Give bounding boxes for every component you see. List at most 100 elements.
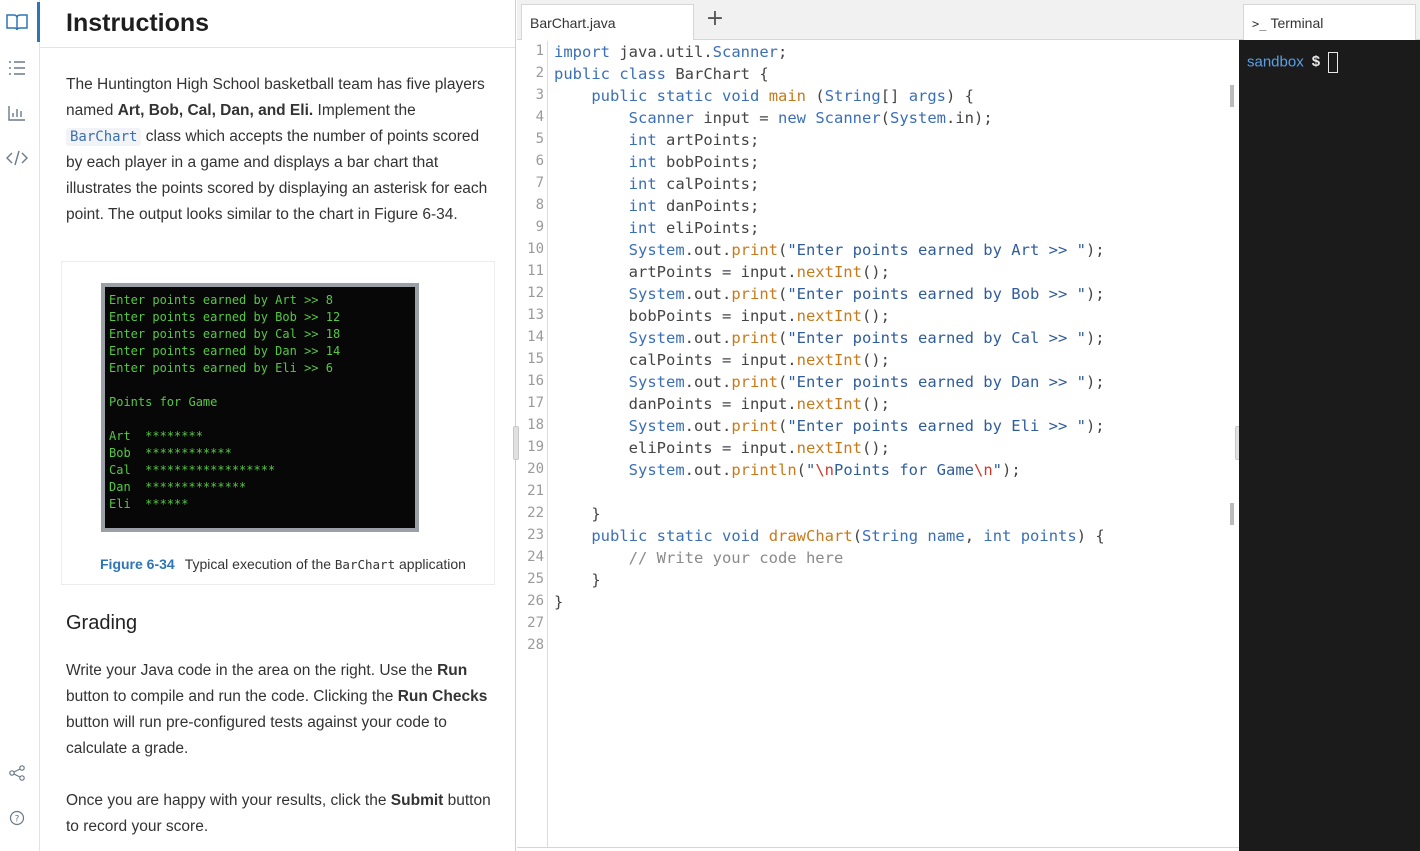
player-names: Art, Bob, Cal, Dan, and Eli.: [117, 102, 314, 119]
line-number: 25: [527, 571, 544, 587]
code-line[interactable]: calPoints = input.nextInt();: [554, 349, 890, 371]
tab-terminal[interactable]: >_ Terminal: [1243, 4, 1416, 40]
line-number: 10: [527, 241, 544, 257]
code-line[interactable]: System.out.print("Enter points earned by…: [554, 371, 1105, 393]
code-line[interactable]: int eliPoints;: [554, 217, 760, 239]
share-icon[interactable]: [5, 761, 29, 785]
code-line[interactable]: danPoints = input.nextInt();: [554, 393, 890, 415]
code-line[interactable]: artPoints = input.nextInt();: [554, 261, 890, 283]
code-line[interactable]: public class BarChart {: [554, 63, 769, 85]
figure-caption-text-b: application: [395, 556, 466, 572]
line-number: 23: [527, 527, 544, 543]
book-icon[interactable]: [5, 10, 29, 34]
code-line[interactable]: System.out.println("\nPoints for Game\n"…: [554, 459, 1021, 481]
line-number: 13: [527, 307, 544, 323]
icon-rail: ?: [0, 0, 40, 851]
instructions-title: Instructions: [66, 9, 210, 37]
instructions-header: Instructions: [40, 0, 515, 48]
code-line[interactable]: // Write your code here: [554, 547, 844, 569]
figure-6-34: Enter points earned by Art >> 8 Enter po…: [61, 261, 495, 585]
tab-barchart-java[interactable]: BarChart.java: [521, 4, 694, 40]
code-line[interactable]: }: [554, 503, 600, 525]
code-icon[interactable]: [5, 146, 29, 170]
code-line[interactable]: System.out.print("Enter points earned by…: [554, 283, 1105, 305]
terminal-tab-label: Terminal: [1270, 15, 1324, 31]
code-line[interactable]: bobPoints = input.nextInt();: [554, 305, 890, 327]
submit-label: Submit: [390, 792, 444, 809]
line-number: 17: [527, 395, 544, 411]
code-line[interactable]: eliPoints = input.nextInt();: [554, 437, 890, 459]
code-line[interactable]: int artPoints;: [554, 129, 760, 151]
grading-paragraph: Write your Java code in the area on the …: [66, 658, 495, 762]
line-number: 24: [527, 549, 544, 565]
line-number: 27: [527, 615, 544, 631]
figure-caption-code: BarChart: [334, 557, 396, 572]
line-number: 5: [535, 131, 544, 147]
line-number: 21: [527, 483, 544, 499]
scrollbar-marker-top[interactable]: [1230, 85, 1234, 107]
code-line[interactable]: public static void main (String[] args) …: [554, 85, 974, 107]
editor-bottom-border: [517, 847, 1239, 851]
line-number: 18: [527, 417, 544, 433]
figure-caption: Figure 6-34 Typical execution of the BarC…: [100, 551, 466, 578]
code-line[interactable]: int danPoints;: [554, 195, 760, 217]
code-line[interactable]: System.out.print("Enter points earned by…: [554, 239, 1105, 261]
terminal-prompt[interactable]: sandbox $: [1247, 52, 1339, 73]
grading-text-a: Write your Java code in the area on the …: [66, 662, 438, 679]
line-number: 16: [527, 373, 544, 389]
grading-text-b: button to compile and run the code. Clic…: [66, 688, 398, 705]
line-number: 7: [535, 175, 544, 191]
left-splitter-handle[interactable]: [513, 426, 519, 460]
list-icon[interactable]: [5, 56, 29, 80]
code-line[interactable]: System.out.print("Enter points earned by…: [554, 327, 1105, 349]
line-number: 2: [535, 65, 544, 81]
intro-text-b: Implement the: [313, 102, 416, 119]
code-line[interactable]: int calPoints;: [554, 173, 760, 195]
submit-text-a: Once you are happy with your results, cl…: [66, 792, 391, 809]
line-number: 14: [527, 329, 544, 345]
line-number: 8: [535, 197, 544, 213]
editor-tabbar: BarChart.java +: [517, 0, 1239, 40]
line-number: 4: [535, 109, 544, 125]
code-area[interactable]: import java.util.Scanner; public class Ba…: [548, 41, 1229, 847]
code-line[interactable]: System.out.print("Enter points earned by…: [554, 415, 1105, 437]
figure-number: Figure 6-34: [100, 556, 175, 572]
svg-text:?: ?: [15, 815, 20, 825]
line-number: 28: [527, 637, 544, 653]
line-number: 20: [527, 461, 544, 477]
line-number: 11: [527, 263, 544, 279]
code-editor-panel: BarChart.java + 1 2 3 4 5 6 7 8 9 10 11 12 13 14 15 16 1…: [517, 0, 1239, 851]
intro-paragraph: The Huntington High School basketball te…: [66, 72, 495, 228]
grading-title: Grading: [66, 612, 138, 634]
line-number: 6: [535, 153, 544, 169]
grading-run-label: Run: [437, 662, 468, 679]
figure-caption-text-a: Typical execution of the: [184, 556, 335, 572]
submit-paragraph: Once you are happy with your results, cl…: [66, 788, 495, 840]
terminal-icon: >_: [1252, 17, 1267, 31]
scrollbar-marker-bottom[interactable]: [1230, 503, 1234, 525]
code-line[interactable]: import java.util.Scanner;: [554, 41, 787, 63]
line-number: 19: [527, 439, 544, 455]
help-icon[interactable]: ?: [5, 806, 29, 830]
add-tab-button[interactable]: +: [703, 4, 727, 32]
line-number-gutter: 1 2 3 4 5 6 7 8 9 10 11 12 13 14 15 16 17 18 19 20 21 22 23 24 2…: [517, 41, 548, 847]
instructions-body: The Huntington High School basketball te…: [40, 48, 515, 840]
code-line[interactable]: }: [554, 569, 600, 591]
code-line[interactable]: public static void drawChart(String name…: [554, 525, 1104, 547]
terminal-host: sandbox: [1247, 53, 1304, 71]
code-line[interactable]: Scanner input = new Scanner(System.in);: [554, 107, 993, 129]
grading-run-checks-label: Run Checks: [397, 688, 488, 705]
line-number: 12: [527, 285, 544, 301]
chart-icon[interactable]: [5, 101, 29, 125]
terminal-tabbar: >_ Terminal: [1239, 0, 1420, 40]
line-number: 1: [535, 43, 544, 59]
code-line[interactable]: int bobPoints;: [554, 151, 760, 173]
terminal-panel: >_ Terminal sandbox $: [1239, 0, 1420, 851]
line-number: 15: [527, 351, 544, 367]
instructions-panel: Instructions The Huntington High School …: [40, 0, 516, 851]
line-number: 9: [535, 219, 544, 235]
terminal-cursor: [1328, 52, 1339, 73]
code-line[interactable]: }: [554, 591, 563, 613]
class-name-code: BarChart: [66, 128, 142, 146]
line-number: 3: [535, 87, 544, 103]
